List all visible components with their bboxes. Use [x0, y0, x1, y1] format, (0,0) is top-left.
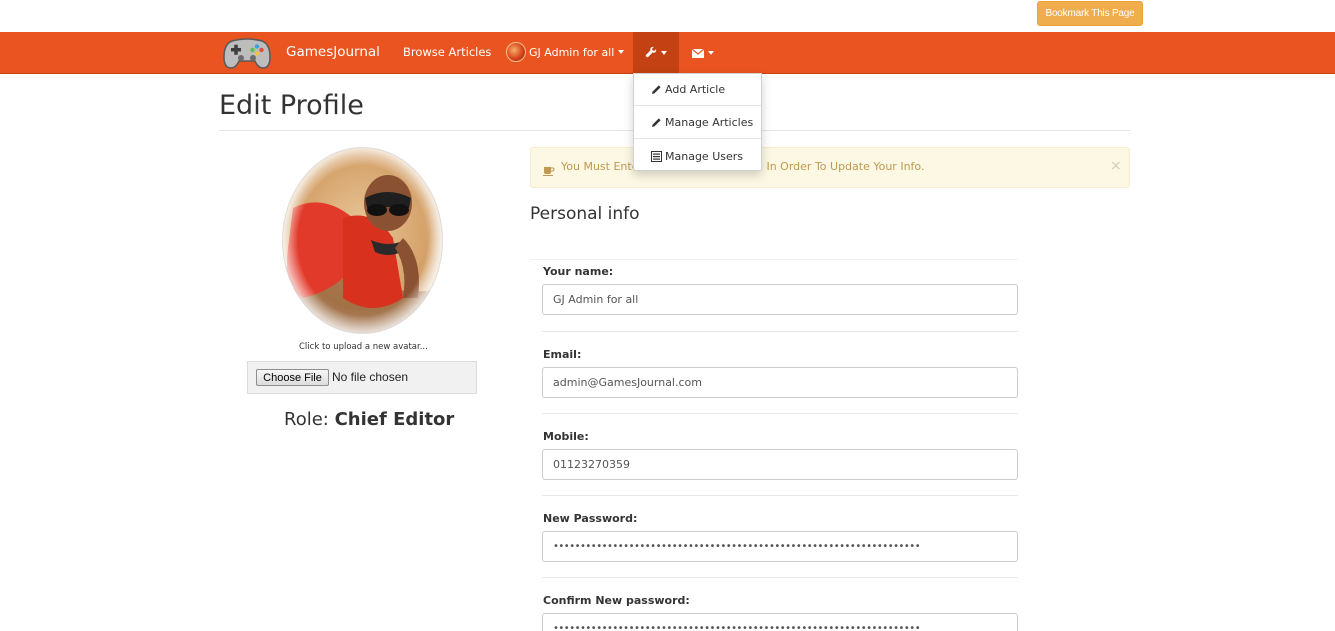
- new-password-label: New Password:: [543, 512, 638, 525]
- coffee-icon: [543, 161, 555, 176]
- section-title: Personal info: [530, 204, 640, 224]
- alert-text-end: In Order To Update Your Info.: [766, 160, 925, 173]
- caret-down-icon: [708, 50, 714, 55]
- form-top-divider: [530, 259, 1018, 260]
- field-divider: [542, 413, 1018, 414]
- mobile-label: Mobile:: [543, 430, 589, 443]
- email-label: Email:: [543, 348, 582, 361]
- tools-dropdown-menu: Add Article Manage Articles Manage Users: [633, 73, 762, 171]
- menu-item-add-article[interactable]: Add Article: [634, 74, 761, 104]
- role-prefix: Role:: [284, 409, 329, 430]
- nav-messages-menu[interactable]: [681, 32, 725, 73]
- confirm-password-field[interactable]: ••••••••••••••••••••••••••••••••••••••••…: [542, 613, 1018, 631]
- nav-browse-articles[interactable]: Browse Articles: [403, 45, 491, 59]
- envelope-icon: [691, 43, 705, 62]
- name-label: Your name:: [543, 265, 614, 278]
- role-value: Chief Editor: [334, 409, 455, 430]
- bookmark-button[interactable]: Bookmark This Page: [1037, 1, 1143, 26]
- name-field[interactable]: GJ Admin for all: [542, 284, 1018, 315]
- role-label: Role: Chief Editor: [284, 409, 454, 430]
- avatar-file-input: Choose File No file chosen: [247, 361, 477, 394]
- field-divider: [542, 331, 1018, 332]
- brand-name[interactable]: GamesJournal: [286, 44, 380, 60]
- file-status-text: No file chosen: [332, 370, 409, 384]
- menu-item-label: Add Article: [665, 82, 726, 96]
- nav-user-menu[interactable]: GJ Admin for all: [506, 41, 625, 63]
- avatar-upload-caption: Click to upload a new avatar...: [299, 342, 428, 352]
- pencil-icon: [650, 83, 662, 95]
- profile-avatar[interactable]: [283, 148, 442, 333]
- menu-item-manage-users[interactable]: Manage Users: [634, 141, 761, 171]
- new-password-field[interactable]: ••••••••••••••••••••••••••••••••••••••••…: [542, 531, 1018, 562]
- caret-down-icon: [661, 50, 667, 55]
- field-divider: [542, 577, 1018, 578]
- menu-item-label: Manage Articles: [665, 115, 754, 129]
- warning-alert: You Must Ente In Order To Update Your Inf…: [530, 147, 1130, 188]
- gamepad-logo-icon[interactable]: [222, 35, 272, 70]
- close-icon[interactable]: ×: [1110, 158, 1122, 174]
- menu-item-manage-articles[interactable]: Manage Articles: [634, 107, 761, 137]
- navbar: GamesJournal Browse Articles GJ Admin fo…: [0, 32, 1335, 74]
- menu-divider: [634, 138, 761, 139]
- menu-divider: [634, 105, 761, 106]
- email-field[interactable]: admin@GamesJournal.com: [542, 367, 1018, 398]
- alert-text-start: You Must Ente: [561, 160, 639, 173]
- menu-item-label: Manage Users: [665, 149, 743, 163]
- pencil-icon: [650, 116, 662, 128]
- confirm-password-label: Confirm New password:: [543, 594, 690, 607]
- choose-file-button[interactable]: Choose File: [256, 369, 329, 386]
- caret-down-icon: [618, 50, 625, 54]
- list-icon: [650, 150, 662, 162]
- wrench-icon: [645, 43, 657, 62]
- nav-tools-menu[interactable]: [633, 32, 679, 73]
- user-avatar-icon: [506, 42, 526, 62]
- page-title: Edit Profile: [219, 90, 364, 121]
- mobile-field[interactable]: 01123270359: [542, 449, 1018, 480]
- field-divider: [542, 495, 1018, 496]
- user-name-label: GJ Admin for all: [529, 45, 615, 59]
